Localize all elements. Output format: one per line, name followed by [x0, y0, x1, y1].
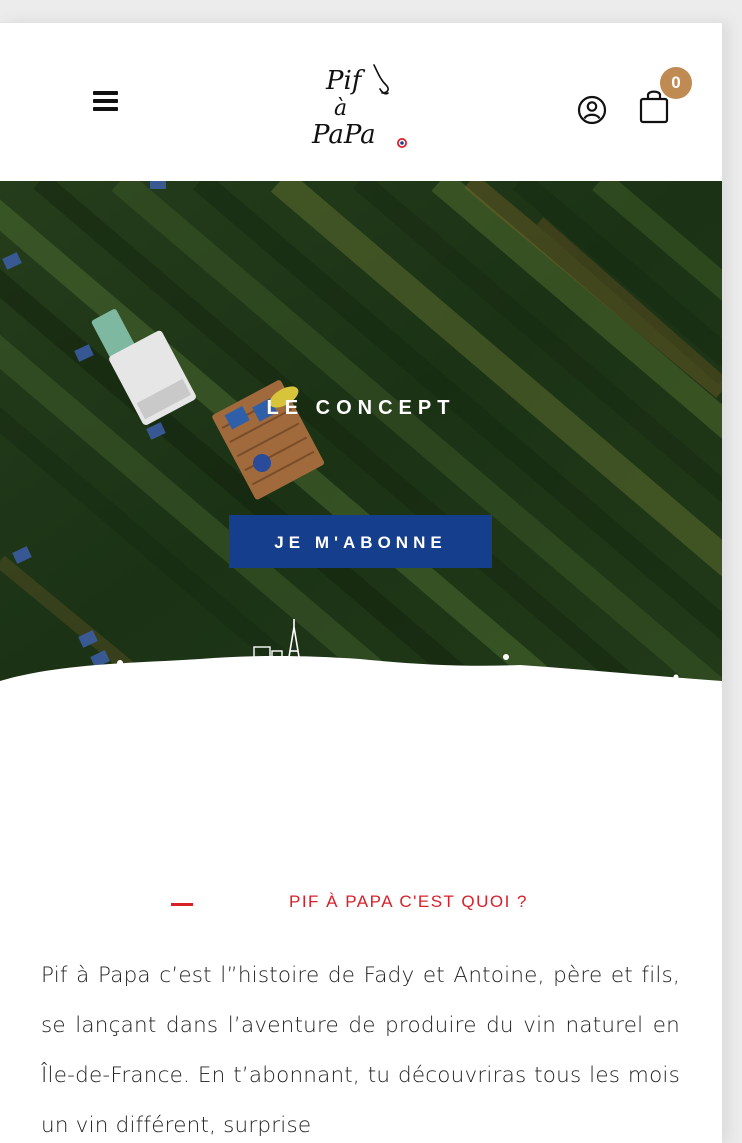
- user-circle-icon[interactable]: [576, 94, 608, 126]
- french-cockade-icon: [397, 138, 407, 148]
- intro-paragraph: Pif à Papa c’est l”histoire de Fady et A…: [41, 963, 680, 1138]
- logo-text-a: à: [334, 96, 347, 121]
- logo-text-pif: Pif: [325, 66, 366, 96]
- logo-text-papa: PaPa: [311, 120, 376, 150]
- subscribe-button[interactable]: JE M'ABONNE: [229, 515, 492, 568]
- logo[interactable]: Pif à PaPa: [300, 59, 420, 153]
- hero-title: LE CONCEPT: [266, 397, 456, 419]
- cart-count-badge: 0: [660, 67, 692, 99]
- page: Pif à PaPa 0 LE CONCEPT JE M'ABONNE PIF …: [0, 22, 722, 1143]
- hamburger-menu-icon[interactable]: [93, 91, 118, 111]
- section-dash: [171, 903, 193, 906]
- hero-banner: LE CONCEPT JE M'ABONNE: [0, 181, 722, 693]
- vineyard-aerial-image: [0, 181, 722, 693]
- site-header: Pif à PaPa 0: [0, 23, 722, 181]
- section-title: PIF À PAPA C'EST QUOI ?: [289, 892, 528, 911]
